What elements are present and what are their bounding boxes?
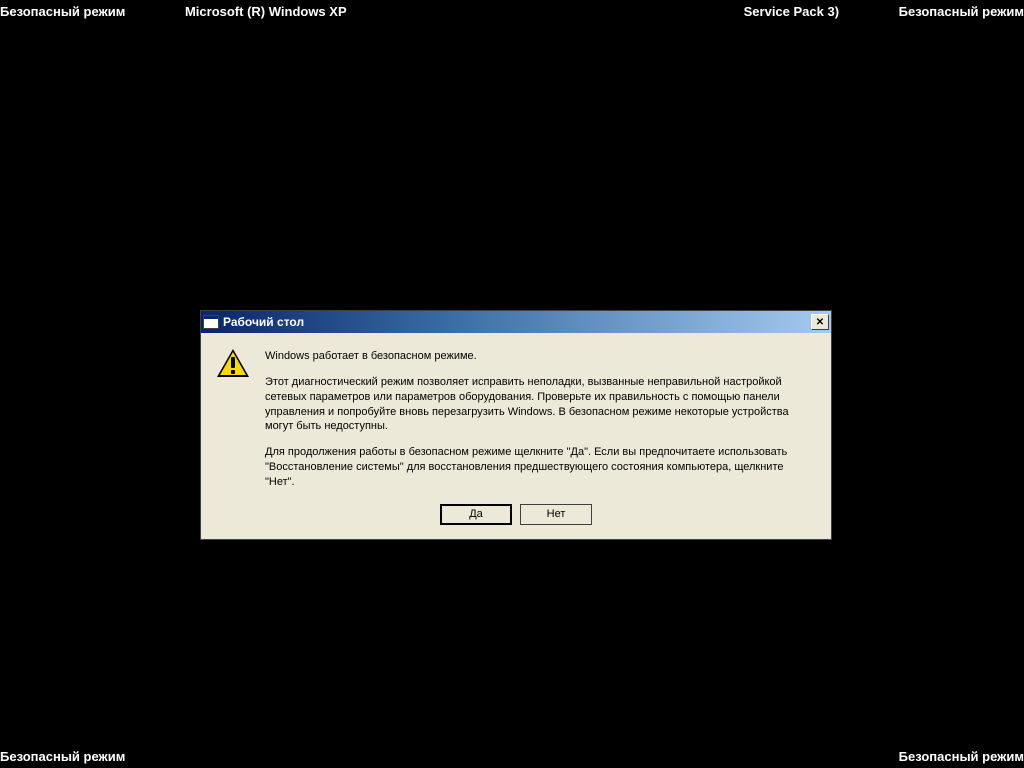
dialog-button-row: Да Нет	[201, 504, 831, 539]
os-version-header: Microsoft (R) Windows XP Service Pack 3)	[185, 4, 839, 19]
dialog-message: Windows работает в безопасном режиме. Эт…	[265, 349, 815, 490]
dialog-title: Рабочий стол	[223, 315, 811, 329]
window-icon	[203, 315, 219, 329]
yes-button[interactable]: Да	[440, 504, 512, 525]
no-button[interactable]: Нет	[520, 504, 592, 525]
close-button[interactable]: ✕	[811, 314, 829, 330]
dialog-paragraph-1: Windows работает в безопасном режиме.	[265, 349, 815, 364]
dialog-body: Windows работает в безопасном режиме. Эт…	[201, 333, 831, 504]
safe-mode-label-top-right: Безопасный режим	[899, 4, 1024, 19]
os-name-left: Microsoft (R) Windows XP	[185, 4, 346, 19]
safe-mode-label-bottom-left: Безопасный режим	[0, 749, 125, 764]
safe-mode-label-top-left: Безопасный режим	[0, 4, 125, 19]
dialog-titlebar: Рабочий стол ✕	[201, 311, 831, 333]
dialog-paragraph-2: Этот диагностический режим позволяет исп…	[265, 375, 815, 434]
os-name-right: Service Pack 3)	[744, 4, 839, 19]
warning-icon	[217, 349, 249, 381]
dialog-paragraph-3: Для продолжения работы в безопасном режи…	[265, 445, 815, 490]
safe-mode-label-bottom-right: Безопасный режим	[899, 749, 1024, 764]
safe-mode-dialog: Рабочий стол ✕ Windows работает в безопа…	[200, 310, 832, 540]
